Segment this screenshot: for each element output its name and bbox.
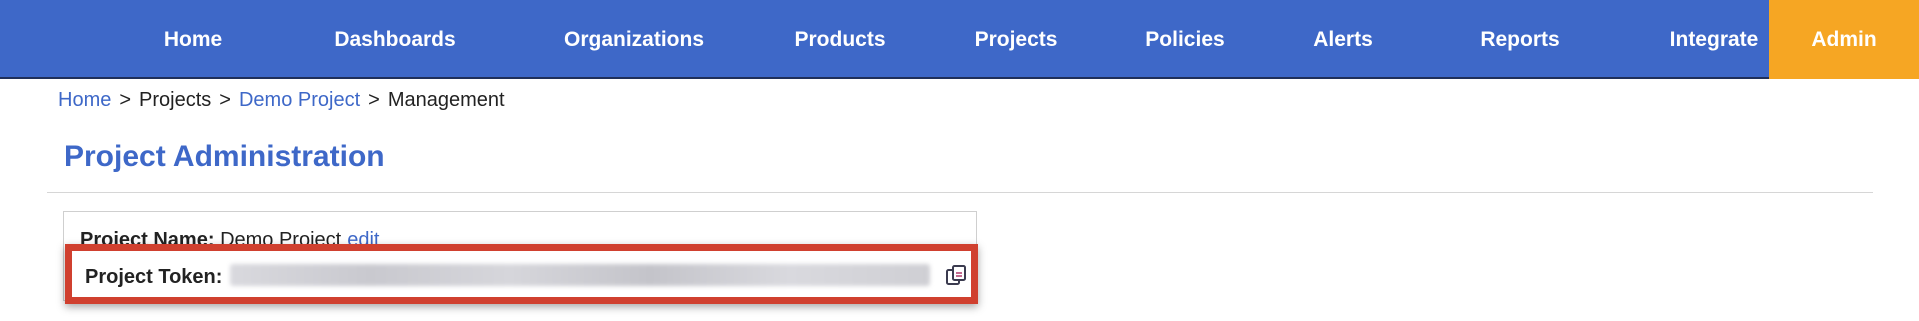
nav-item-admin[interactable]: Admin xyxy=(1769,0,1919,79)
breadcrumb-management: Management xyxy=(387,89,505,111)
nav-item-projects[interactable]: Projects xyxy=(975,0,1058,79)
top-navigation-bar: Home Dashboards Organizations Products P… xyxy=(0,0,1919,79)
breadcrumb-demo-project-link[interactable]: Demo Project xyxy=(239,89,360,111)
nav-item-dashboards[interactable]: Dashboards xyxy=(334,0,455,79)
project-token-highlight: Project Token: xyxy=(65,244,978,304)
breadcrumb-separator: > xyxy=(368,89,380,111)
nav-item-organizations[interactable]: Organizations xyxy=(564,0,704,79)
page-title: Project Administration xyxy=(64,140,385,173)
nav-item-integrate[interactable]: Integrate xyxy=(1670,0,1759,79)
breadcrumb-separator: > xyxy=(119,89,132,111)
nav-item-policies[interactable]: Policies xyxy=(1145,0,1224,79)
breadcrumb-projects: Projects xyxy=(139,89,212,111)
breadcrumb-home-link[interactable]: Home xyxy=(58,89,111,111)
breadcrumb: Home > Projects > Demo Project > Management xyxy=(58,89,505,112)
project-token-label: Project Token: xyxy=(85,266,223,288)
project-token-value-redacted xyxy=(230,264,930,286)
nav-item-reports[interactable]: Reports xyxy=(1480,0,1559,79)
nav-item-products[interactable]: Products xyxy=(794,0,885,79)
nav-item-home[interactable]: Home xyxy=(164,0,222,79)
title-divider xyxy=(47,192,1873,193)
copy-icon[interactable] xyxy=(944,263,968,287)
nav-item-alerts[interactable]: Alerts xyxy=(1313,0,1373,79)
breadcrumb-separator: > xyxy=(219,89,231,111)
